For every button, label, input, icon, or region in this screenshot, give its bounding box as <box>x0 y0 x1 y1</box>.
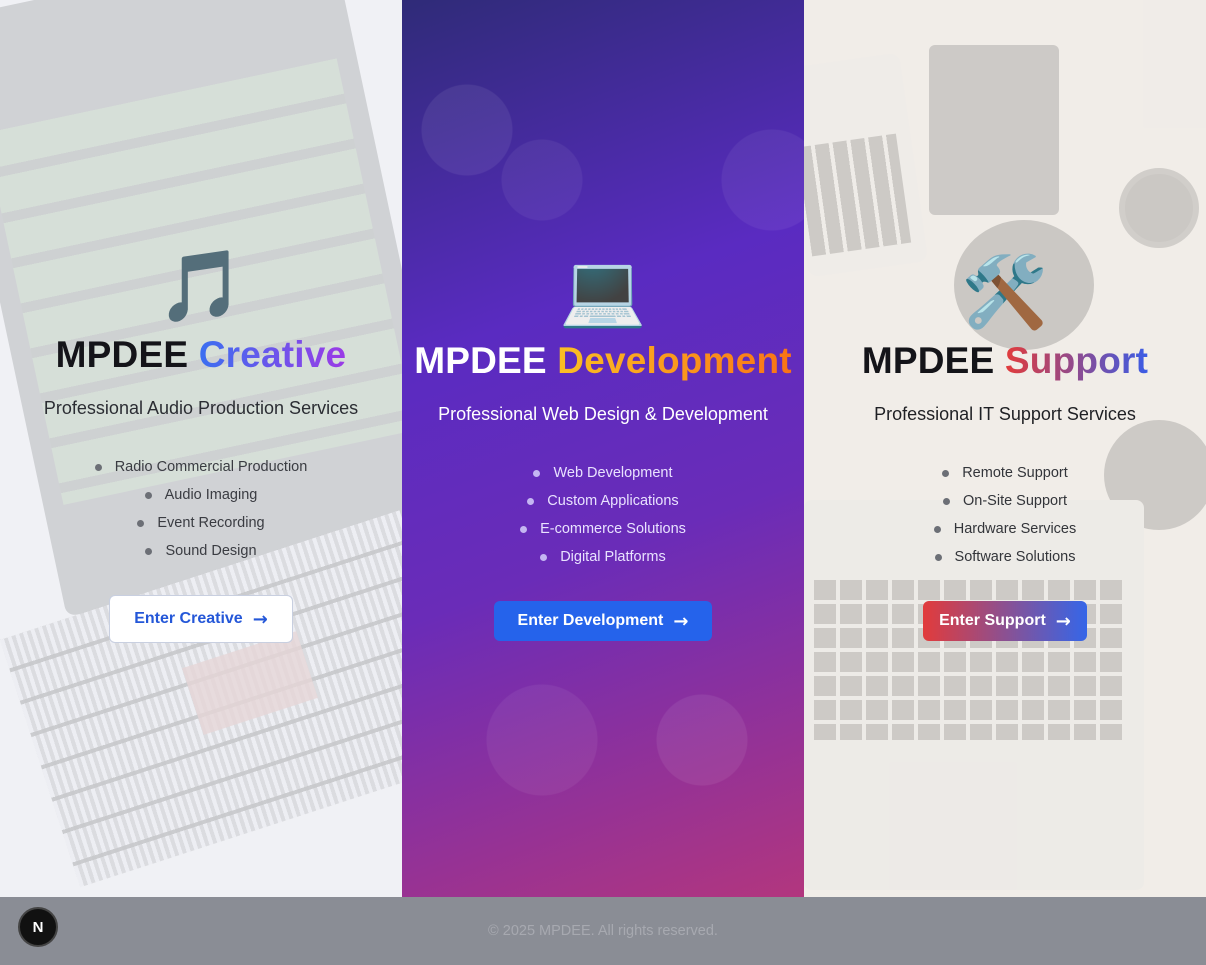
bullet-icon <box>934 553 942 561</box>
bullet-icon <box>533 469 541 477</box>
feature-item: Custom Applications <box>527 487 679 515</box>
feature-item: Software Solutions <box>934 543 1075 571</box>
panel-creative-title: MPDEE Creative <box>56 334 347 376</box>
panel-support-subtitle: Professional IT Support Services <box>874 404 1136 424</box>
service-panels: 🎵 MPDEE Creative Professional Audio Prod… <box>0 0 1206 897</box>
panel-support-features: Remote Support On-Site Support Hardware … <box>933 459 1076 571</box>
title-accent: Creative <box>198 334 347 375</box>
copyright-text: © 2025 MPDEE. All rights reserved. <box>488 923 718 939</box>
bullet-icon <box>942 469 950 477</box>
bullet-icon <box>94 463 102 471</box>
bullet-icon <box>943 497 950 505</box>
feature-item: Remote Support <box>942 459 1068 487</box>
feature-item: Audio Imaging <box>144 481 257 509</box>
site-footer: © 2025 MPDEE. All rights reserved. <box>0 897 1206 965</box>
panel-support-content: 🛠️ MPDEE Support Professional IT Support… <box>804 0 1206 641</box>
enter-development-button[interactable]: Enter Development → <box>493 601 713 641</box>
enter-support-button[interactable]: Enter Support → <box>923 601 1087 641</box>
panel-development-subtitle: Professional Web Design & Development <box>438 404 768 424</box>
music-notes-icon: 🎵 <box>157 245 245 327</box>
bullet-icon <box>144 491 152 499</box>
panel-support-title: MPDEE Support <box>862 340 1148 382</box>
feature-item: Hardware Services <box>933 515 1076 543</box>
feature-item: Event Recording <box>137 509 265 537</box>
panel-development-features: Web Development Custom Applications E-co… <box>520 459 686 571</box>
panel-development-content: 💻 MPDEE Development Professional Web Des… <box>402 0 804 641</box>
arrow-right-icon: → <box>252 608 268 630</box>
bullet-icon <box>137 519 145 527</box>
feature-item: Digital Platforms <box>540 543 666 571</box>
arrow-right-icon: → <box>673 610 689 632</box>
title-brand: MPDEE <box>861 340 995 381</box>
title-accent: Development <box>557 340 792 381</box>
feature-item: E-commerce Solutions <box>520 515 686 543</box>
bullet-icon <box>933 525 941 533</box>
bullet-icon <box>520 525 528 533</box>
title-brand: MPDEE <box>414 340 547 381</box>
feature-item: Radio Commercial Production <box>94 453 307 481</box>
panel-development[interactable]: 💻 MPDEE Development Professional Web Des… <box>402 0 804 897</box>
feature-item: Web Development <box>533 459 673 487</box>
title-brand: MPDEE <box>55 334 189 375</box>
title-accent: Support <box>1004 340 1149 381</box>
panel-creative-features: Radio Commercial Production Audio Imagin… <box>94 453 307 565</box>
panel-support[interactable]: 🛠️ MPDEE Support Professional IT Support… <box>804 0 1206 897</box>
bullet-icon <box>540 553 548 561</box>
hammer-wrench-icon: 🛠️ <box>961 251 1049 333</box>
bullet-icon <box>145 547 153 555</box>
panel-creative-content: 🎵 MPDEE Creative Professional Audio Prod… <box>0 0 402 643</box>
arrow-right-icon: → <box>1055 610 1071 632</box>
panel-creative[interactable]: 🎵 MPDEE Creative Professional Audio Prod… <box>0 0 402 897</box>
nextjs-badge-icon[interactable]: N <box>18 907 58 947</box>
bullet-icon <box>527 497 535 505</box>
feature-item: On-Site Support <box>943 487 1067 515</box>
feature-item: Sound Design <box>145 537 257 565</box>
panel-creative-subtitle: Professional Audio Production Services <box>43 398 359 418</box>
enter-creative-button[interactable]: Enter Creative → <box>109 595 293 643</box>
panel-development-title: MPDEE Development <box>414 340 792 382</box>
laptop-icon: 💻 <box>559 249 647 331</box>
